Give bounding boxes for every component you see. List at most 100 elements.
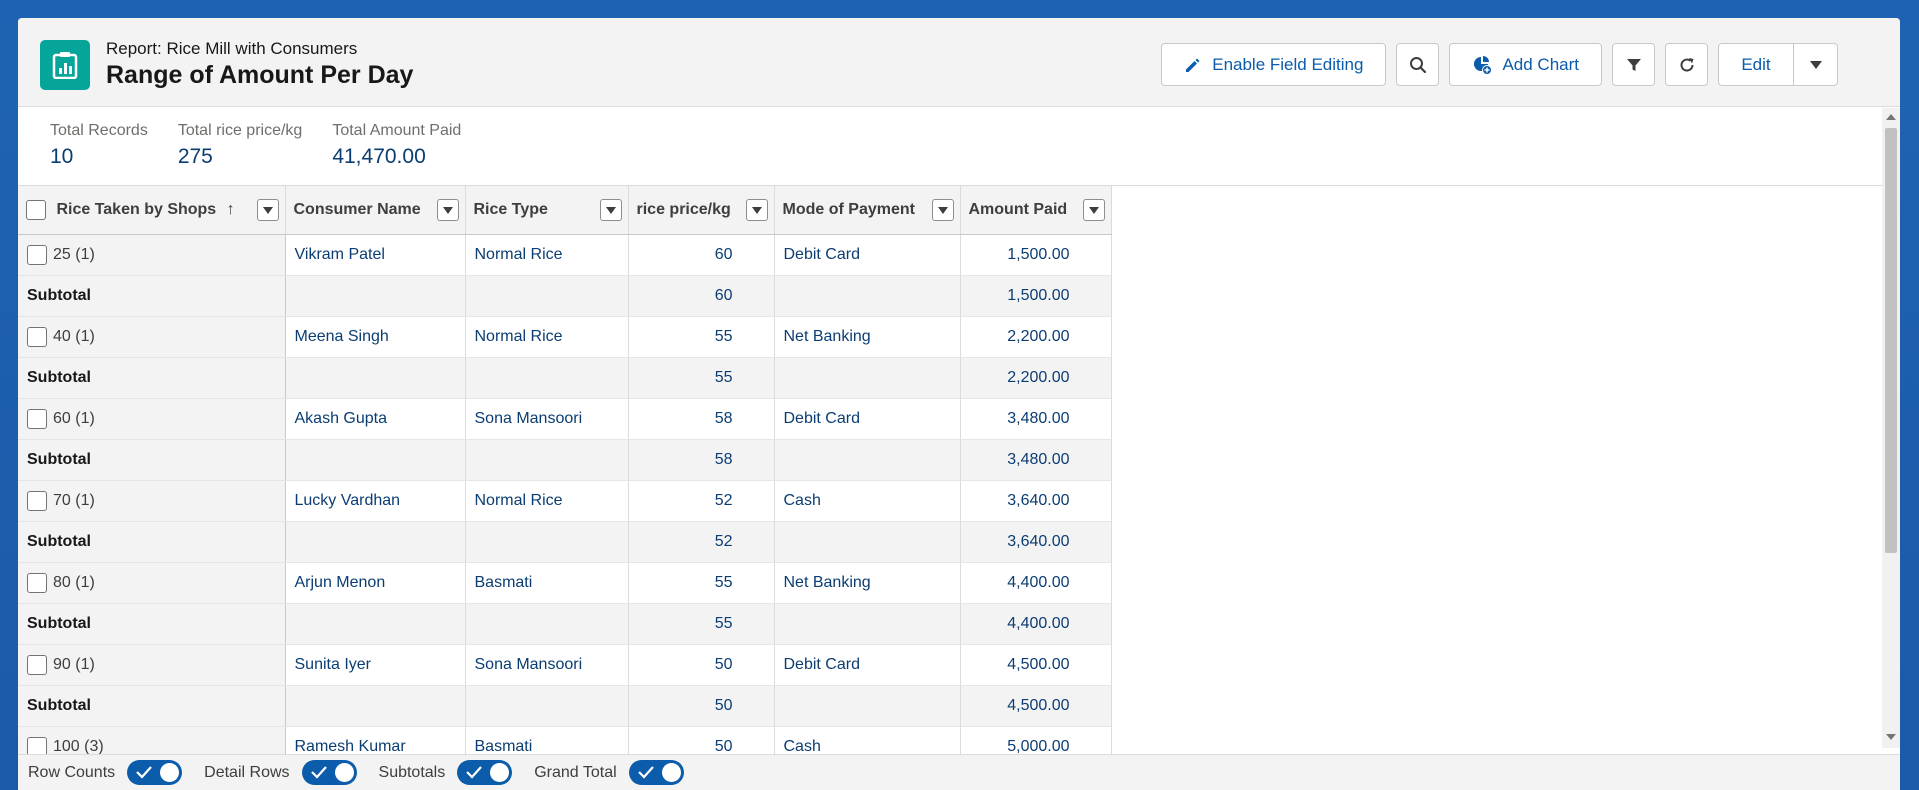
empty-cell: [774, 439, 961, 481]
column-menu-button[interactable]: [256, 199, 279, 221]
column-menu-button[interactable]: [599, 199, 622, 221]
page-title: Range of Amount Per Day: [106, 61, 414, 89]
table-row: 80 (1) Arjun Menon Basmati 55 Net Bankin…: [18, 561, 1112, 604]
subtotal-row: Subtotal 58 3,480.00: [18, 439, 1112, 481]
row-counts-toggle[interactable]: [127, 760, 183, 785]
column-header-consumer-name[interactable]: Consumer Name: [285, 186, 466, 235]
price-cell: 60: [628, 233, 775, 276]
report-summary: Total Records 10 Total rice price/kg 275…: [18, 107, 1900, 185]
payment-cell: Net Banking: [774, 315, 961, 358]
payment-cell: Cash: [774, 725, 961, 755]
column-menu-button[interactable]: [931, 199, 954, 221]
group-label: 80 (1): [53, 573, 95, 591]
consumer-name-cell: Meena Singh: [285, 315, 466, 358]
column-label: Amount Paid: [968, 200, 1068, 218]
consumer-name-cell: Arjun Menon: [285, 561, 466, 604]
subtotal-amount-cell: 3,640.00: [960, 521, 1112, 563]
empty-cell: [774, 275, 961, 317]
refresh-button[interactable]: [1665, 43, 1708, 86]
subtotal-row: Subtotal 50 4,500.00: [18, 685, 1112, 727]
subtotals-toggle[interactable]: [457, 760, 513, 785]
consumer-name-cell: Sunita Iyer: [285, 643, 466, 686]
enable-field-editing-label: Enable Field Editing: [1212, 54, 1364, 74]
search-button[interactable]: [1396, 43, 1440, 86]
toggle-knob: [160, 763, 180, 782]
column-header-rice-price[interactable]: rice price/kg: [628, 186, 775, 235]
scrollbar-thumb[interactable]: [1885, 128, 1897, 553]
detail-rows-toggle[interactable]: [301, 760, 357, 785]
row-checkbox[interactable]: [27, 490, 47, 511]
amount-cell: 3,640.00: [960, 479, 1112, 522]
column-label: rice price/kg: [636, 200, 731, 218]
subtotal-price-cell: 50: [628, 685, 775, 727]
group-cell: 100 (3): [18, 725, 286, 755]
empty-cell: [465, 603, 629, 645]
column-header-mode-of-payment[interactable]: Mode of Payment: [774, 186, 961, 235]
consumer-name-cell: Lucky Vardhan: [285, 479, 466, 522]
summary-label: Total Records: [50, 122, 148, 139]
empty-cell: [465, 439, 629, 481]
rice-type-cell: Basmati: [465, 561, 629, 604]
check-icon: [136, 766, 152, 779]
empty-cell: [465, 685, 629, 727]
column-header-amount-paid[interactable]: Amount Paid: [960, 186, 1112, 235]
table-row: 70 (1) Lucky Vardhan Normal Rice 52 Cash…: [18, 479, 1112, 522]
amount-cell: 4,400.00: [960, 561, 1112, 604]
toggle-label: Detail Rows: [204, 763, 290, 781]
grand-total-toggle[interactable]: [628, 760, 684, 785]
row-checkbox[interactable]: [27, 326, 47, 347]
filter-button[interactable]: [1612, 43, 1655, 86]
subtotal-amount-cell: 4,500.00: [960, 685, 1112, 727]
subtotal-label: Subtotal: [18, 685, 286, 727]
enable-field-editing-button[interactable]: Enable Field Editing: [1161, 43, 1387, 86]
check-icon: [637, 766, 654, 779]
price-cell: 55: [628, 561, 775, 604]
subtotal-label: Subtotal: [18, 603, 286, 645]
select-all-checkbox[interactable]: [26, 199, 46, 220]
toggle-knob: [490, 763, 510, 782]
edit-menu-button[interactable]: [1794, 43, 1838, 86]
row-checkbox[interactable]: [27, 736, 47, 755]
search-icon: [1409, 56, 1427, 73]
column-header-rice-type[interactable]: Rice Type: [465, 186, 629, 235]
chevron-down-icon: [1088, 206, 1099, 214]
subtotal-row: Subtotal 52 3,640.00: [18, 521, 1112, 563]
rice-type-cell: Normal Rice: [465, 315, 629, 358]
subtotal-label: Subtotal: [18, 521, 286, 563]
subtotal-label: Subtotal: [18, 357, 286, 399]
row-checkbox[interactable]: [27, 654, 47, 675]
rice-type-cell: Basmati: [465, 725, 629, 755]
empty-cell: [774, 357, 961, 399]
row-checkbox[interactable]: [27, 244, 47, 265]
edit-button[interactable]: Edit: [1718, 43, 1794, 86]
empty-cell: [774, 685, 961, 727]
summary-value: 10: [50, 145, 74, 168]
price-cell: 50: [628, 643, 775, 686]
subtotal-price-cell: 55: [628, 357, 775, 399]
column-menu-button[interactable]: [1082, 199, 1105, 221]
column-menu-button[interactable]: [436, 199, 459, 221]
scroll-up-arrow-icon[interactable]: [1886, 114, 1896, 120]
column-header-rice-taken[interactable]: Rice Taken by Shops ↑: [18, 186, 286, 235]
subtotal-amount-cell: 3,480.00: [960, 439, 1112, 481]
amount-cell: 2,200.00: [960, 315, 1112, 358]
scroll-down-arrow-icon[interactable]: [1886, 734, 1896, 740]
vertical-scrollbar[interactable]: [1882, 108, 1900, 748]
subtotal-price-cell: 52: [628, 521, 775, 563]
check-icon: [466, 766, 483, 779]
row-checkbox[interactable]: [27, 408, 47, 429]
row-checkbox[interactable]: [27, 572, 47, 593]
toggle-label: Grand Total: [534, 763, 617, 781]
chevron-down-icon: [262, 206, 273, 214]
add-chart-button[interactable]: Add Chart: [1449, 43, 1602, 86]
column-menu-button[interactable]: [745, 199, 768, 221]
empty-cell: [774, 521, 961, 563]
consumer-name-cell: Akash Gupta: [285, 397, 466, 440]
subtotal-row: Subtotal 60 1,500.00: [18, 275, 1112, 317]
summary-value: 275: [177, 145, 213, 168]
payment-cell: Debit Card: [774, 397, 961, 440]
toggle-knob: [661, 763, 681, 782]
chevron-down-icon: [751, 206, 762, 214]
empty-cell: [285, 603, 466, 645]
toggle-row-counts: Row Counts: [28, 760, 183, 785]
